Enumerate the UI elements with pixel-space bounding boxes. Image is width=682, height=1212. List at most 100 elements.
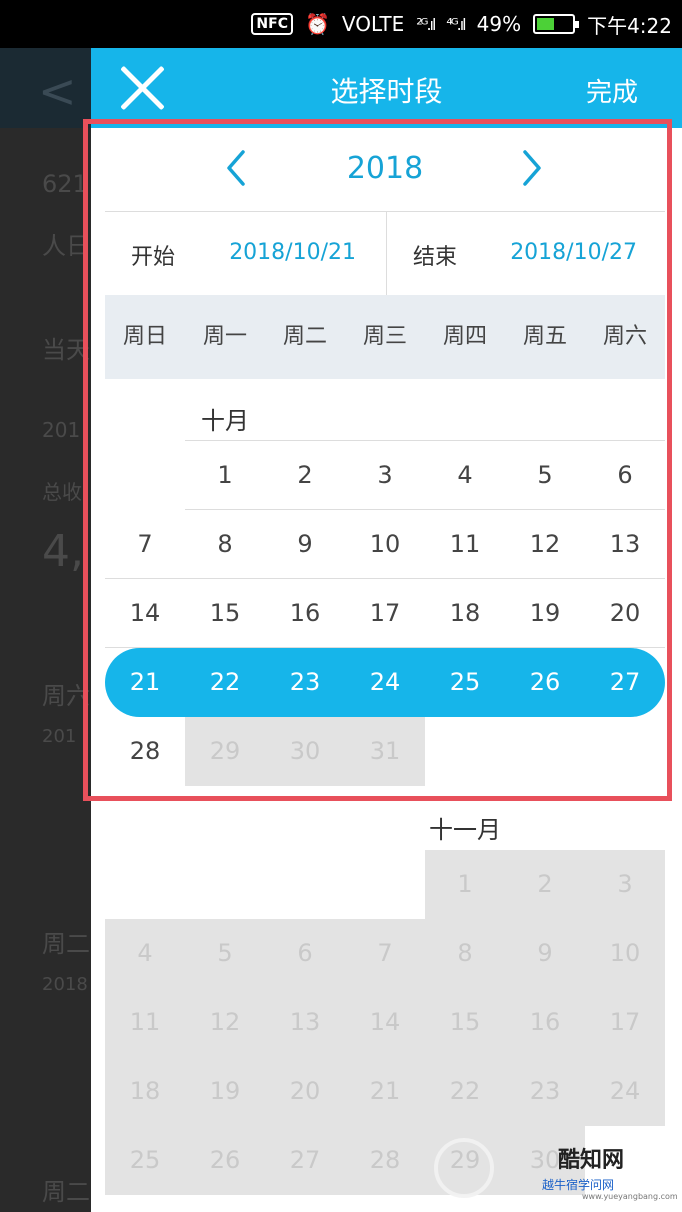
day-cell: 23 <box>505 1057 585 1126</box>
watermark: 酷知网 越牛宿学问网 www.yueyangbang.com <box>430 1132 680 1210</box>
day-cell[interactable]: 10 <box>345 510 425 579</box>
day-cell[interactable]: 20 <box>585 579 665 648</box>
start-value: 2018/10/21 <box>229 240 356 265</box>
day-cell[interactable]: 24 <box>345 648 425 717</box>
day-cell[interactable]: 16 <box>265 579 345 648</box>
month-label-october: 十月 <box>201 407 249 435</box>
day-cell: 4 <box>105 919 185 988</box>
day-cell[interactable]: 21 <box>105 648 185 717</box>
day-cell[interactable]: 23 <box>265 648 345 717</box>
day-cell[interactable]: 22 <box>185 648 265 717</box>
day-cell: 2 <box>505 850 585 919</box>
watermark-subtitle: 越牛宿学问网 <box>542 1178 615 1192</box>
day-cell: 25 <box>105 1126 185 1195</box>
day-cell: 27 <box>265 1126 345 1195</box>
day-cell: 3 <box>585 850 665 919</box>
day-cell[interactable]: 9 <box>265 510 345 579</box>
signal-icon: ²ᴳ.ıl <box>416 14 436 34</box>
weekday-header: 周日 周一 周二 周三 周四 周五 周六 <box>105 295 665 379</box>
bg-text: 621 <box>42 170 88 198</box>
week-row: 123 <box>105 850 665 919</box>
day-cell: 13 <box>265 988 345 1057</box>
week-row: 11 12 13 14 15 16 17 <box>105 988 665 1057</box>
day-cell: 17 <box>585 988 665 1057</box>
week-row: 14 15 16 17 18 19 20 <box>105 579 665 648</box>
day-cell[interactable]: 7 <box>105 510 185 579</box>
bg-text: 周二 <box>42 1178 90 1206</box>
week-row: 18 19 20 21 22 23 24 <box>105 1057 665 1126</box>
day-cell[interactable]: 2 <box>265 441 345 510</box>
clock: 下午4:22 <box>587 13 672 38</box>
day-cell[interactable]: 18 <box>425 579 505 648</box>
year-selector: 2018 <box>105 128 665 211</box>
watermark-url: www.yueyangbang.com <box>582 1192 678 1201</box>
day-cell[interactable]: 5 <box>505 441 585 510</box>
day-cell: 29 <box>185 717 265 786</box>
back-chevron-icon: < <box>38 64 77 118</box>
battery-icon <box>533 14 580 34</box>
range-summary: 开始 2018/10/21 结束 2018/10/27 <box>105 211 667 296</box>
day-cell: 30 <box>265 717 345 786</box>
day-cell: 10 <box>585 919 665 988</box>
day-cell: 28 <box>345 1126 425 1195</box>
date-range-panel: 选择时段 完成 2018 开始 2018/10/21 结束 2018/10/27… <box>91 48 682 1212</box>
weekday-label: 周五 <box>522 324 567 349</box>
day-cell: 31 <box>345 717 425 786</box>
panel-header: 选择时段 完成 <box>91 48 682 128</box>
month-grid-october: 1 2 3 4 5 6 7 8 9 10 11 12 13 14 15 16 17 18 19 20 21 22 23 24 2… <box>105 441 665 786</box>
day-cell[interactable]: 6 <box>585 441 665 510</box>
day-cell: 15 <box>425 988 505 1057</box>
day-cell[interactable]: 4 <box>425 441 505 510</box>
day-cell: 20 <box>265 1057 345 1126</box>
bg-text: 2018 <box>42 974 88 995</box>
day-cell: 12 <box>185 988 265 1057</box>
week-row: 4 5 6 7 8 9 10 <box>105 919 665 988</box>
day-cell[interactable]: 13 <box>585 510 665 579</box>
day-cell: 1 <box>425 850 505 919</box>
day-cell: 26 <box>185 1126 265 1195</box>
day-cell: 5 <box>185 919 265 988</box>
weekday-label: 周六 <box>602 324 647 349</box>
day-cell[interactable]: 14 <box>105 579 185 648</box>
start-date-field[interactable]: 开始 2018/10/21 <box>105 212 386 296</box>
bg-text: 总收 <box>42 480 82 504</box>
battery-percent: 49% <box>476 12 522 36</box>
weekday-label: 周四 <box>442 324 487 349</box>
bg-text: 周二 <box>42 930 90 958</box>
bg-text: 周六 <box>42 682 90 710</box>
weekday-label: 周日 <box>122 324 167 349</box>
alarm-clock-icon: ⏰ <box>304 12 330 36</box>
week-row: 21 22 23 24 25 26 27 <box>105 648 665 717</box>
day-cell: 24 <box>585 1057 665 1126</box>
day-cell[interactable]: 1 <box>185 441 265 510</box>
day-cell[interactable]: 27 <box>585 648 665 717</box>
bg-text: 201 <box>42 726 77 747</box>
day-cell[interactable]: 8 <box>185 510 265 579</box>
day-cell: 9 <box>505 919 585 988</box>
bg-text: 人日 <box>42 232 90 260</box>
day-cell: 18 <box>105 1057 185 1126</box>
watermark-text: 酷知网 <box>558 1148 625 1173</box>
end-date-field[interactable]: 结束 2018/10/27 <box>386 212 667 296</box>
chevron-right-icon[interactable] <box>517 148 547 188</box>
week-row: 28 29 30 31 <box>105 717 665 786</box>
day-cell[interactable]: 17 <box>345 579 425 648</box>
day-cell[interactable]: 12 <box>505 510 585 579</box>
day-cell: 19 <box>185 1057 265 1126</box>
weekday-label: 周三 <box>362 324 407 349</box>
signal-4g-icon: ⁴ᴳ.ıl <box>446 14 466 34</box>
day-cell[interactable]: 28 <box>105 717 185 786</box>
end-value: 2018/10/27 <box>510 240 637 265</box>
day-cell[interactable]: 11 <box>425 510 505 579</box>
day-cell[interactable]: 15 <box>185 579 265 648</box>
day-cell: 14 <box>345 988 425 1057</box>
day-cell[interactable]: 26 <box>505 648 585 717</box>
done-button[interactable]: 完成 <box>586 72 638 109</box>
nfc-indicator: NFC <box>251 13 293 35</box>
day-cell[interactable]: 25 <box>425 648 505 717</box>
day-cell[interactable]: 3 <box>345 441 425 510</box>
day-cell: 16 <box>505 988 585 1057</box>
weekday-label: 周一 <box>202 324 247 349</box>
day-cell[interactable]: 19 <box>505 579 585 648</box>
day-cell: 11 <box>105 988 185 1057</box>
